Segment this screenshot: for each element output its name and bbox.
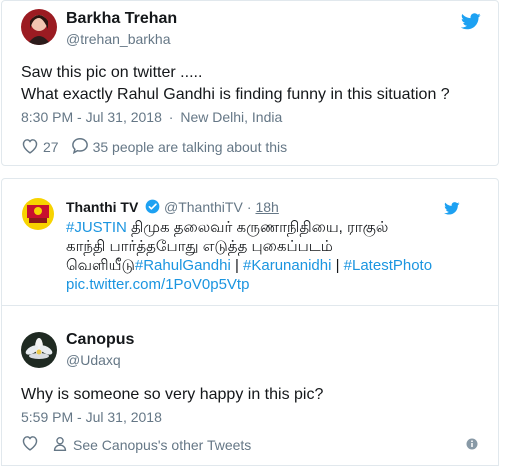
author-name[interactable]: Barkha Trehan: [66, 10, 177, 28]
like-count[interactable]: 27: [43, 139, 59, 155]
tweet-card-barkha: Barkha Trehan @trehan_barkha Saw this pi…: [1, 0, 499, 166]
twitter-bird-icon[interactable]: [444, 202, 460, 220]
hashtag-latestphoto[interactable]: #LatestPhoto: [344, 257, 432, 274]
quote-divider: [2, 305, 498, 306]
quoted-author-name[interactable]: Thanthi TV: [66, 199, 138, 215]
talking-count[interactable]: 35 people are talking about this: [93, 139, 288, 155]
twitter-bird-icon[interactable]: [460, 13, 481, 35]
tweet-text-line-1: Saw this pic on twitter .....: [21, 64, 203, 81]
reply-bubble-icon[interactable]: [71, 137, 89, 157]
quoted-text-line-1: #JUSTIN திமுக தலைவர் கருணாநிதியை, ராகுல்: [66, 219, 389, 236]
heart-icon[interactable]: [21, 138, 39, 157]
quoted-text-line-2: காந்தி பார்த்தபோது எடுத்த புகைப்படம்: [66, 238, 333, 255]
tweet-meta: 8:30 PM - Jul 31, 2018 · New Delhi, Indi…: [21, 109, 282, 125]
tweet-location[interactable]: New Delhi, India: [180, 109, 282, 125]
hashtag-justin[interactable]: #JUSTIN: [66, 219, 127, 236]
tweet-text-line-2: What exactly Rahul Gandhi is finding fun…: [21, 86, 450, 103]
tweet-card-canopus: Thanthi TV @ThanthiTV · 18h #JUSTIN திமுக …: [1, 178, 499, 466]
tweet-timestamp[interactable]: 8:30 PM - Jul 31, 2018: [21, 109, 162, 125]
tweet-actions: 27 35 people are talking about this: [21, 137, 287, 157]
other-tweets-link[interactable]: See Canopus's other Tweets: [73, 437, 251, 453]
author-name[interactable]: Canopus: [66, 331, 134, 349]
tweet-timestamp[interactable]: 5:59 PM - Jul 31, 2018: [21, 409, 162, 425]
avatar-barkha[interactable]: [21, 9, 57, 45]
person-icon[interactable]: [53, 436, 67, 454]
tweet-text: Why is someone so very happy in this pic…: [21, 386, 324, 403]
verified-badge-icon: [145, 199, 160, 219]
quoted-text-line-3: வெளியீடு#RahulGandhi | #Karunanidhi | #L…: [66, 257, 433, 274]
author-handle[interactable]: @Udaxq: [66, 352, 121, 368]
info-icon[interactable]: [466, 437, 478, 455]
hashtag-karunanidhi[interactable]: #Karunanidhi: [243, 257, 331, 274]
avatar-canopus[interactable]: [21, 332, 57, 368]
pic-link[interactable]: pic.twitter.com/1PoV0p5Vtp: [66, 275, 249, 294]
heart-icon[interactable]: [21, 435, 39, 454]
quoted-tweet[interactable]: Thanthi TV @ThanthiTV · 18h #JUSTIN திமுக …: [22, 179, 478, 293]
avatar-thanthi[interactable]: [22, 198, 54, 230]
quoted-author-handle[interactable]: @ThanthiTV · 18h: [164, 199, 279, 215]
meta-separator: ·: [168, 109, 174, 125]
author-handle[interactable]: @trehan_barkha: [66, 31, 171, 47]
hashtag-rahulgandhi[interactable]: #RahulGandhi: [135, 257, 231, 274]
tweet-actions: See Canopus's other Tweets: [21, 435, 251, 454]
quoted-age: 18h: [255, 199, 279, 215]
